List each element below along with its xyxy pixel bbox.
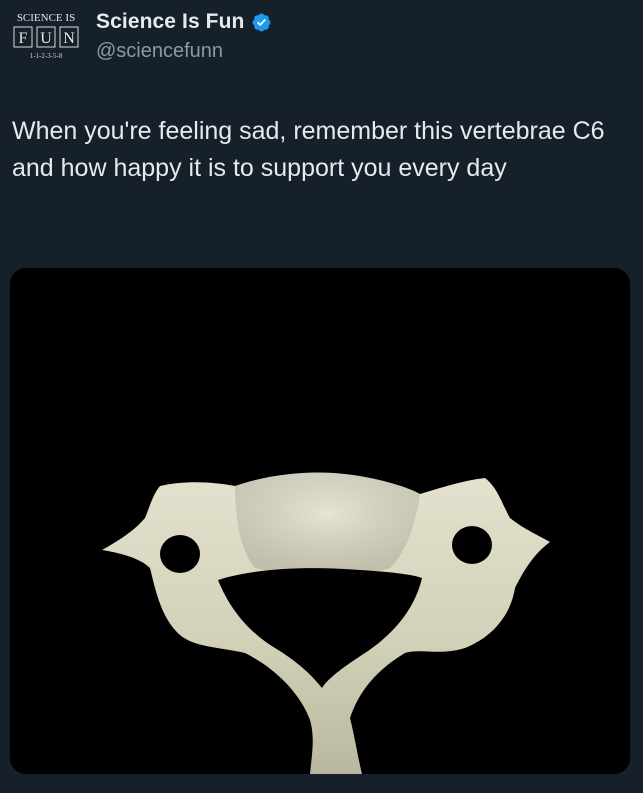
right-foramen bbox=[452, 526, 492, 564]
svg-text:N: N bbox=[63, 30, 75, 47]
svg-text:1-1-2-3-5-8: 1-1-2-3-5-8 bbox=[30, 52, 63, 60]
name-row: Science Is Fun bbox=[96, 10, 272, 34]
display-name[interactable]: Science Is Fun bbox=[96, 10, 244, 34]
handle[interactable]: @sciencefunn bbox=[96, 40, 223, 63]
science-is-fun-logo: SCIENCE IS F U N 1-1-2-3-5-8 bbox=[8, 6, 84, 66]
tweet-text: When you're feeling sad, remember this v… bbox=[12, 117, 605, 182]
svg-text:U: U bbox=[40, 30, 52, 47]
tweet-media[interactable] bbox=[10, 268, 630, 774]
svg-text:SCIENCE IS: SCIENCE IS bbox=[17, 12, 75, 24]
tweet-header: SCIENCE IS F U N 1-1-2-3-5-8 Science Is … bbox=[8, 6, 628, 66]
left-foramen bbox=[160, 535, 200, 573]
vertebra-c6-image bbox=[10, 268, 630, 774]
avatar[interactable]: SCIENCE IS F U N 1-1-2-3-5-8 bbox=[8, 6, 84, 66]
svg-text:F: F bbox=[19, 30, 28, 47]
verified-badge-icon bbox=[251, 12, 272, 33]
